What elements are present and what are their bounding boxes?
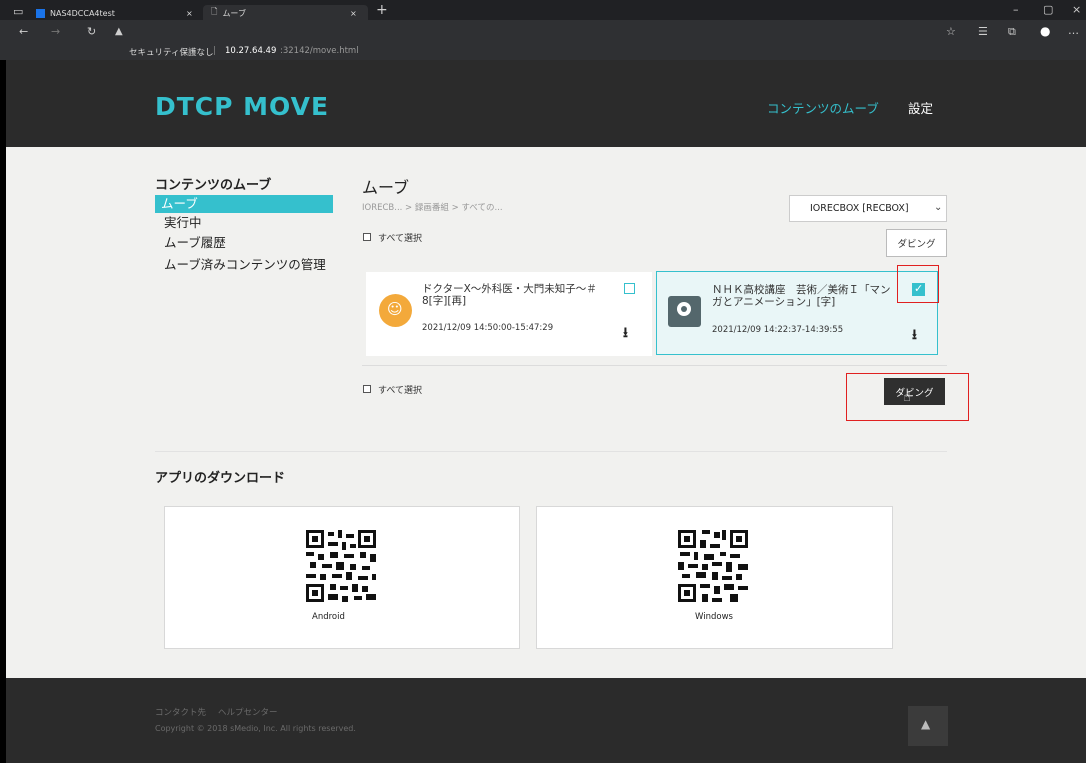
forward-icon[interactable]: →	[51, 25, 60, 39]
tab-bar: ▭ NAS4DCCA4test × 🗋 ムーブ × + – ▢ ×	[0, 0, 1086, 21]
content-title: ＮＨＫ高校講座 芸術／美術Ｉ「マンガとアニメーション」[字]	[712, 284, 891, 308]
profile-icon[interactable]: ●	[1040, 24, 1050, 38]
address-separator: |	[213, 46, 216, 56]
sidebar-item-move[interactable]: ムーブ	[155, 195, 333, 213]
tv-thumbnail-icon	[668, 296, 701, 327]
maximize-icon[interactable]: ▢	[1043, 3, 1053, 17]
favorites-icon[interactable]: ☰	[978, 25, 988, 39]
section-divider	[155, 451, 947, 452]
divider	[362, 365, 947, 366]
back-icon[interactable]: ←	[19, 25, 28, 39]
select-all-checkbox-bottom[interactable]	[363, 385, 371, 393]
dubbing-button-top[interactable]: ダビング	[886, 229, 947, 257]
highlight-frame	[846, 373, 969, 421]
qr-code-icon	[306, 530, 376, 602]
footer-contact-link[interactable]: コンタクト先	[155, 706, 206, 718]
app-label-windows: Windows	[695, 612, 733, 622]
select-all-checkbox-top[interactable]	[363, 233, 371, 241]
scroll-top-button[interactable]: ▲	[908, 706, 948, 746]
content-datetime: 2021/12/09 14:50:00-15:47:29	[422, 323, 554, 333]
app-label-android: Android	[312, 612, 345, 622]
sidebar-item-manage[interactable]: ムーブ済みコンテンツの管理	[155, 256, 333, 274]
device-select-value: IORECBOX [RECBOX]	[810, 203, 909, 214]
logo[interactable]: DTCP MOVE	[155, 92, 329, 121]
close-icon[interactable]: ×	[186, 9, 193, 18]
nav-settings[interactable]: 設定	[908, 98, 933, 117]
footer-help-link[interactable]: ヘルプセンター	[218, 706, 278, 718]
collections-icon[interactable]: ⧉	[1008, 25, 1016, 39]
sidebar-item-running[interactable]: 実行中	[155, 214, 333, 232]
favicon-icon	[36, 8, 45, 18]
window-close-icon[interactable]: ×	[1072, 3, 1081, 17]
address-bar: ← → ↻ ▲ セキュリティ保護なし | 10.27.64.49 :32142/…	[0, 20, 1086, 60]
breadcrumb[interactable]: IORECB... > 録画番組 > すべての...	[362, 201, 503, 213]
favorite-add-icon[interactable]: ☆	[946, 25, 956, 39]
content-datetime: 2021/12/09 14:22:37-14:39:55	[712, 325, 844, 335]
chevron-down-icon: ⌄	[934, 202, 943, 213]
sidebar-item-history[interactable]: ムーブ履歴	[155, 234, 333, 252]
url-path[interactable]: :32142/move.html	[280, 46, 359, 56]
tab-title: NAS4DCCA4test	[50, 8, 115, 18]
highlight-frame	[897, 265, 939, 303]
tab-move[interactable]: 🗋 ムーブ ×	[203, 5, 368, 21]
more-icon[interactable]: …	[1068, 24, 1079, 38]
select-all-label-bottom: すべて選択	[378, 386, 423, 396]
content-checkbox[interactable]	[624, 283, 635, 294]
tab-nas[interactable]: NAS4DCCA4test ×	[36, 5, 196, 21]
security-label[interactable]: セキュリティ保護なし	[129, 46, 214, 58]
nav-move[interactable]: コンテンツのムーブ	[767, 98, 879, 117]
page-icon: 🗋	[211, 7, 218, 16]
select-all-label-top: すべて選択	[378, 234, 423, 244]
warning-icon: ▲	[115, 26, 123, 37]
tab-actions-icon[interactable]: ▭	[13, 5, 23, 19]
reload-icon[interactable]: ↻	[87, 25, 96, 39]
sidebar-title: コンテンツのムーブ	[155, 178, 272, 193]
person-icon: ☺	[379, 294, 412, 327]
url-host[interactable]: 10.27.64.49	[225, 46, 276, 56]
download-icon[interactable]: ⭳	[623, 322, 628, 346]
qr-code-icon	[678, 530, 748, 602]
new-tab-icon[interactable]: +	[376, 3, 388, 17]
content-title: ドクターX～外科医・大門未知子～＃8[字][再]	[422, 283, 597, 307]
footer-copyright: Copyright © 2018 sMedio, Inc. All rights…	[155, 724, 356, 733]
minimize-icon[interactable]: –	[1013, 3, 1019, 17]
page-title: ムーブ	[362, 178, 410, 197]
download-icon[interactable]: ⭳	[912, 324, 917, 348]
tab-title: ムーブ	[222, 8, 246, 18]
chevron-up-icon: ▲	[921, 717, 931, 731]
device-select[interactable]: IORECBOX [RECBOX] ⌄	[789, 195, 947, 222]
close-icon[interactable]: ×	[350, 9, 357, 18]
apps-title: アプリのダウンロード	[155, 471, 286, 486]
